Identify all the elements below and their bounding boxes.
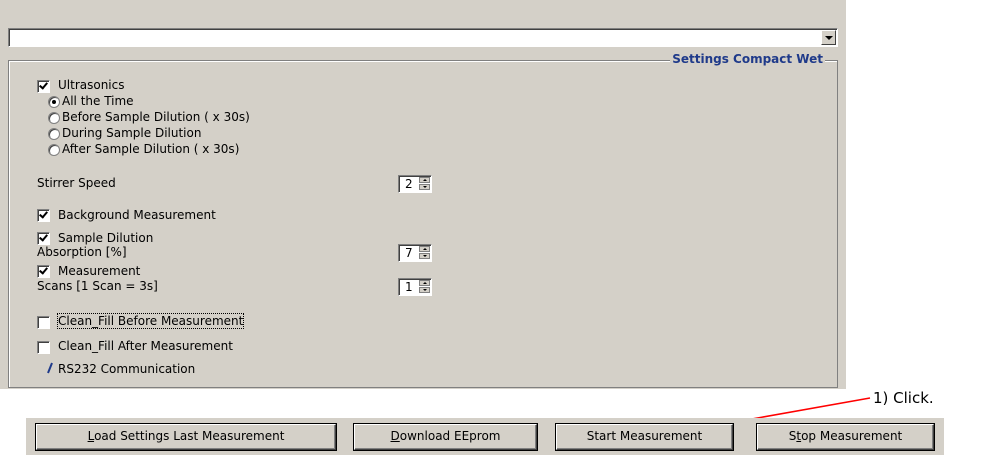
start-measurement-button[interactable]: Start Measurement [556,424,733,450]
annotation-text: 1) Click. [873,389,934,407]
load-settings-button[interactable]: Load Settings Last Measurement [36,424,336,450]
stop-measurement-button[interactable]: Stop Measurement [757,424,934,450]
button-bar: Load Settings Last Measurement Download … [26,418,944,455]
download-eeprom-button[interactable]: Download EEprom [354,424,537,450]
annotation-pointer-line [717,397,871,426]
